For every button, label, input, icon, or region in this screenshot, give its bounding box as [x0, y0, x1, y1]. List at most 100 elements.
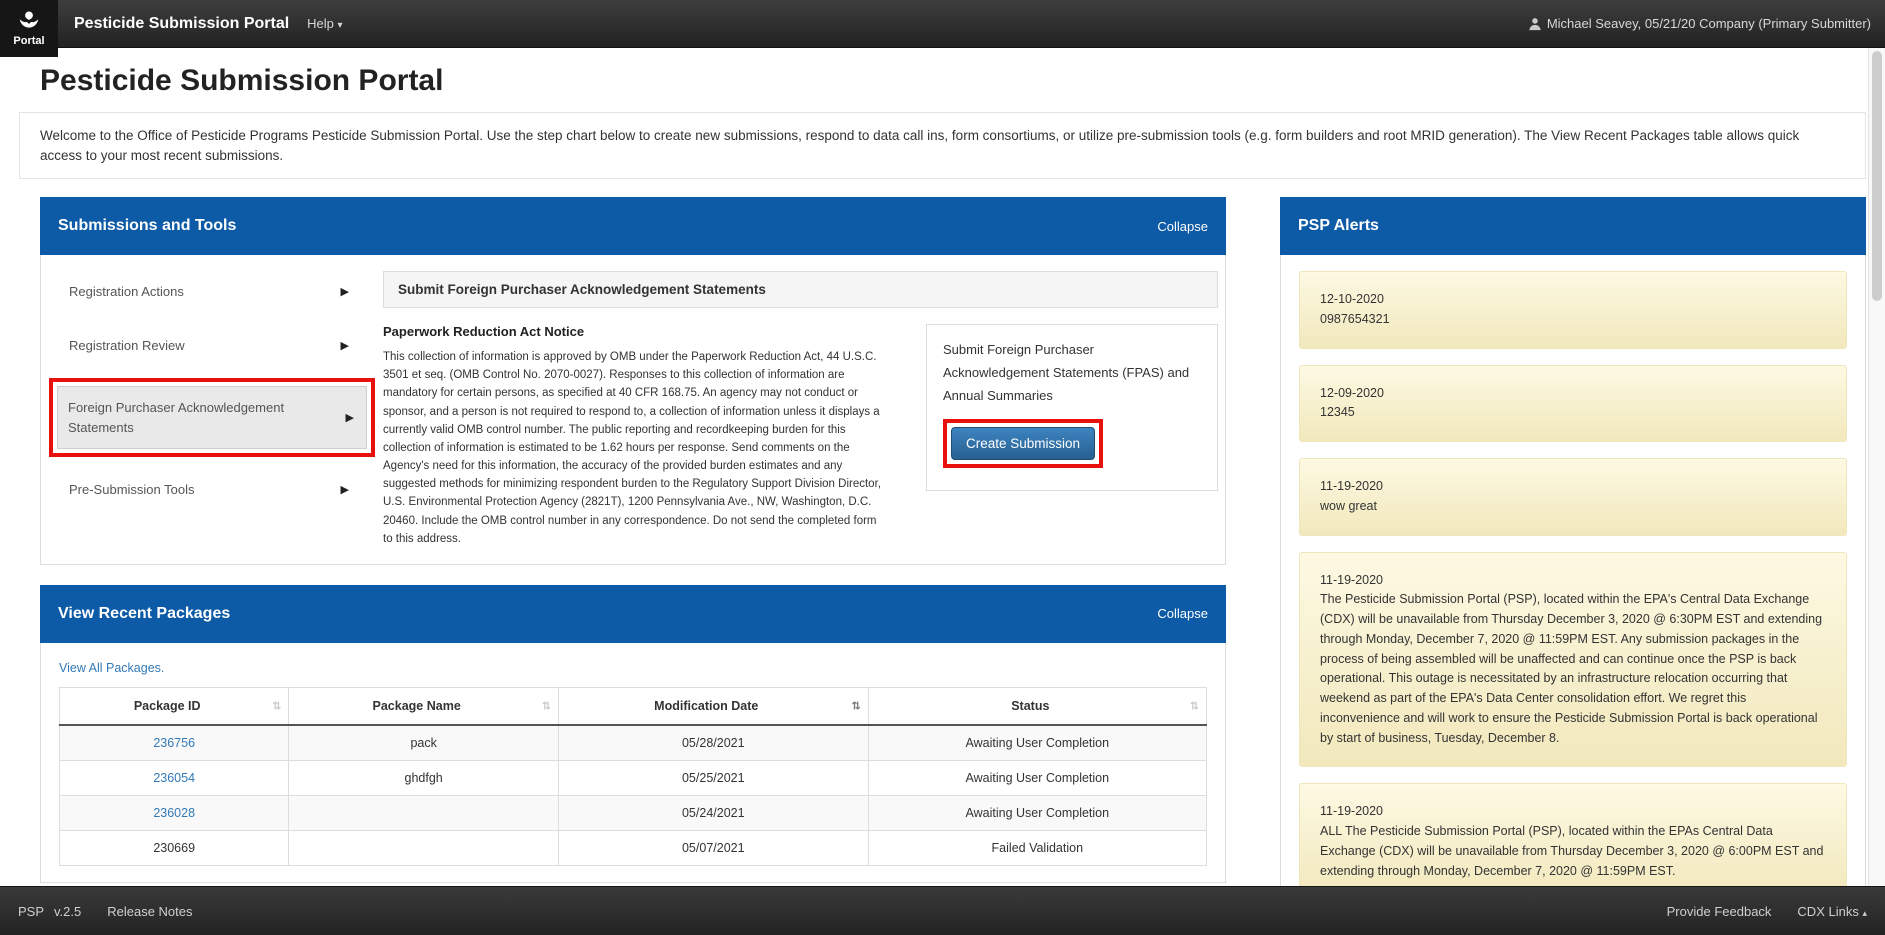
package-id-cell: 230669 [58, 829, 290, 866]
create-submission-button[interactable]: Create Submission [951, 427, 1096, 461]
sort-icon: ⇅ [272, 700, 281, 713]
modification-date-cell: 05/25/2021 [557, 759, 869, 796]
sidebar-menu-item[interactable]: Registration Actions ▶ [59, 271, 361, 313]
psp-alerts-panel: PSP Alerts 12-10-2020 0987654321 12-09-2… [1280, 197, 1866, 934]
menu-item-wrap: Registration Actions ▶ [59, 271, 361, 313]
logo-label: Portal [13, 35, 45, 47]
psp-alerts-panel-title: PSP Alerts [1298, 217, 1379, 235]
psp-alert-item: 11-19-2020 wow great [1299, 458, 1847, 536]
column-header-label: Package Name [372, 698, 461, 713]
recent-packages-panel-title: View Recent Packages [58, 604, 231, 622]
chevron-down-icon: ▾ [337, 20, 343, 31]
modification-date-cell: 05/24/2021 [557, 794, 869, 831]
chevron-up-icon: ▴ [1862, 907, 1867, 918]
fpas-action-description: Submit Foreign Purchaser Acknowledgement… [943, 342, 1190, 403]
table-column-header[interactable]: Status ⇅ [867, 686, 1208, 726]
column-header-label: Status [1011, 698, 1050, 713]
sidebar-menu-item[interactable]: Pre-Submission Tools ▶ [59, 469, 361, 511]
status-cell: Awaiting User Completion [867, 724, 1208, 761]
column-header-label: Package ID [133, 698, 201, 713]
table-row: 236028 05/24/2021 Awaiting User Completi… [58, 794, 1208, 831]
arrow-right-icon: ▶ [340, 339, 349, 352]
menu-item-label: Foreign Purchaser Acknowledgement Statem… [68, 400, 285, 435]
package-id-link: 236028 [153, 805, 196, 820]
alert-date: 11-19-2020 [1320, 572, 1384, 587]
status-cell: Awaiting User Completion [867, 794, 1208, 831]
table-row: 236756 pack 05/28/2021 Awaiting User Com… [58, 724, 1208, 761]
modification-date-cell: 05/07/2021 [557, 829, 869, 866]
submissions-panel-header: Submissions and Tools Collapse [40, 197, 1226, 256]
sort-icon: ⇅ [851, 700, 860, 713]
package-id-cell[interactable]: 236054 [58, 759, 290, 796]
view-recent-packages-panel: View Recent Packages Collapse View All P… [40, 584, 1226, 883]
page-content: Pesticide Submission Portal Welcome to t… [0, 48, 1885, 935]
user-info-text: Michael Seavey, 05/21/20 Company (Primar… [1546, 16, 1871, 31]
sidebar-menu-item[interactable]: Foreign Purchaser Acknowledgement Statem… [57, 386, 367, 450]
table-column-header[interactable]: Package Name ⇅ [288, 686, 559, 726]
help-menu[interactable]: Help ▾ [307, 16, 342, 31]
package-name-cell [288, 794, 559, 831]
psp-alerts-list: 12-10-2020 0987654321 12-09-2020 12345 1… [1280, 255, 1866, 934]
psp-alert-item: 11-19-2020 ALL The Pesticide Submission … [1299, 783, 1847, 901]
submissions-and-tools-panel: Submissions and Tools Collapse Registrat… [40, 197, 1226, 565]
footer-app-name: PSP [18, 903, 45, 919]
welcome-box: Welcome to the Office of Pesticide Progr… [19, 112, 1866, 180]
psp-alert-item: 12-09-2020 12345 [1299, 364, 1847, 443]
alert-text: 12345 [1320, 405, 1355, 420]
package-id-link: 236756 [153, 735, 196, 750]
menu-item-label: Registration Review [69, 337, 185, 353]
submissions-panel-title: Submissions and Tools [58, 217, 237, 235]
alert-date: 12-10-2020 [1320, 292, 1384, 307]
menu-item-wrap: Pre-Submission Tools ▶ [59, 469, 361, 511]
submissions-menu: Registration Actions ▶ Registration Revi… [49, 271, 375, 548]
table-row: 230669 05/07/2021 Failed Validation [58, 829, 1208, 866]
cdx-portal-logo[interactable]: Portal [0, 0, 58, 57]
arrow-right-icon: ▶ [345, 412, 354, 425]
page-scrollbar[interactable] [1868, 48, 1885, 886]
sidebar-menu-item[interactable]: Registration Review ▶ [59, 324, 361, 367]
table-row: 236054 ghdfgh 05/25/2021 Awaiting User C… [58, 759, 1208, 796]
package-id-cell[interactable]: 236028 [58, 794, 290, 831]
recent-packages-panel-header: View Recent Packages Collapse [40, 584, 1226, 643]
menu-item-label: Registration Actions [69, 284, 184, 300]
psp-alert-item: 12-10-2020 0987654321 [1299, 271, 1847, 349]
menu-item-label: Pre-Submission Tools [69, 482, 195, 498]
view-all-packages-link[interactable]: View All Packages. [59, 661, 164, 675]
recent-packages-collapse-link[interactable]: Collapse [1157, 606, 1208, 621]
alert-text: ALL The Pesticide Submission Portal (PSP… [1320, 824, 1824, 878]
page-scrollbar-thumb[interactable] [1872, 51, 1882, 301]
sort-icon: ⇅ [1189, 700, 1199, 713]
arrow-right-icon: ▶ [340, 484, 349, 497]
annotation-highlight-create-submission: Create Submission [943, 419, 1104, 469]
table-column-header[interactable]: Package ID ⇅ [58, 686, 290, 726]
release-notes-link[interactable]: Release Notes [107, 904, 192, 919]
section-header: Submit Foreign Purchaser Acknowledgement… [383, 271, 1218, 309]
sort-icon: ⇅ [541, 700, 551, 713]
user-icon [1529, 17, 1541, 30]
user-info[interactable]: Michael Seavey, 05/21/20 Company (Primar… [1528, 16, 1871, 31]
table-column-header[interactable]: Modification Date ⇅ [557, 686, 869, 726]
arrow-right-icon: ▶ [340, 286, 349, 299]
pra-body-text: This collection of information is approv… [383, 351, 881, 545]
alert-date: 11-19-2020 [1320, 479, 1384, 494]
table-body: 236756 pack 05/28/2021 Awaiting User Com… [58, 724, 1208, 866]
package-id-link: 230669 [153, 840, 196, 855]
package-id-cell[interactable]: 236756 [58, 724, 290, 761]
footer-version: v.2.5 [54, 903, 82, 919]
alert-date: 11-19-2020 [1320, 804, 1384, 819]
alert-text: wow great [1320, 498, 1377, 513]
provide-feedback-link[interactable]: Provide Feedback [1667, 904, 1772, 919]
recent-packages-table: Package ID ⇅ Package Name ⇅ Modification… [58, 686, 1208, 866]
package-name-cell: pack [288, 724, 559, 761]
modification-date-cell: 05/28/2021 [557, 724, 869, 761]
top-navbar: Portal Pesticide Submission Portal Help … [0, 0, 1885, 57]
alert-date: 12-09-2020 [1320, 385, 1384, 400]
welcome-text: Welcome to the Office of Pesticide Progr… [40, 128, 1800, 163]
status-cell: Failed Validation [867, 829, 1208, 866]
fpas-action-box: Submit Foreign Purchaser Acknowledgement… [926, 324, 1218, 492]
cdx-links-dropup[interactable]: CDX Links ▴ [1797, 904, 1867, 919]
navbar-app-title[interactable]: Pesticide Submission Portal [74, 15, 289, 33]
annotation-highlight-menu-item: Foreign Purchaser Acknowledgement Statem… [49, 378, 375, 458]
pra-title: Paperwork Reduction Act Notice [383, 324, 585, 340]
submissions-collapse-link[interactable]: Collapse [1157, 219, 1208, 234]
